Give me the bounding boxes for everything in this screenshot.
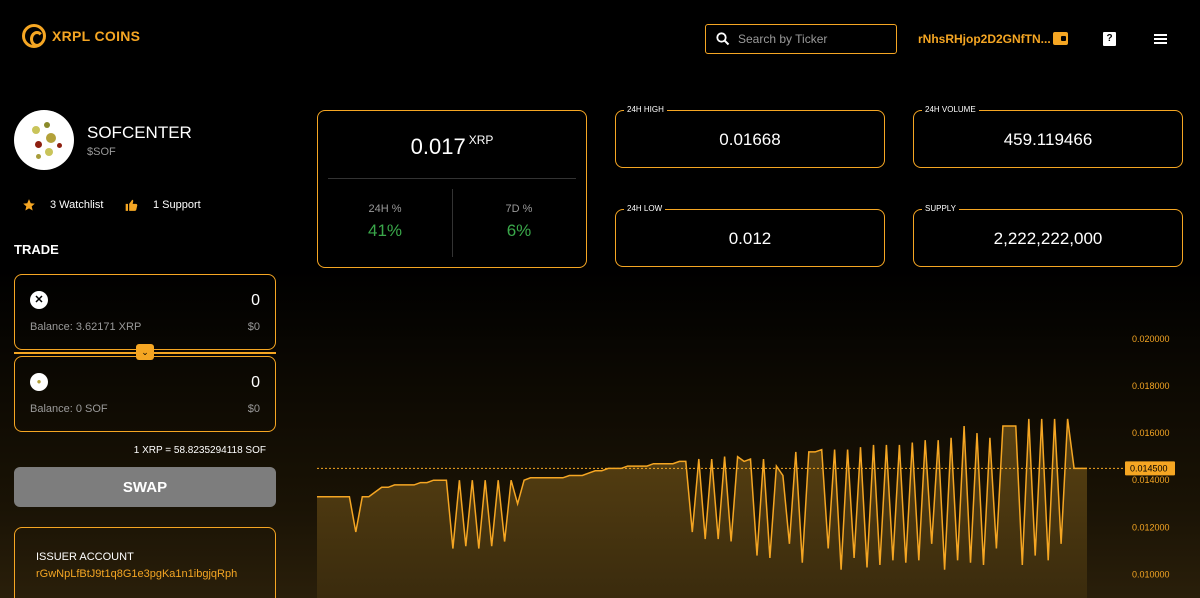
to-amount-input[interactable]: 0 (251, 374, 260, 392)
swap-button[interactable]: SWAP (14, 467, 276, 507)
trade-from-box[interactable]: ✕ 0 Balance: 3.62171 XRP $0 (14, 274, 276, 350)
y-tick-label: 0.020000 (1132, 334, 1170, 344)
exchange-rate: 1 XRP = 58.8235294118 SOF (133, 445, 266, 456)
high-card: 24H HIGH 0.01668 (615, 105, 885, 168)
to-balance: Balance: 0 SOF (30, 403, 108, 415)
price-line (317, 418, 1087, 570)
support-label: 1 Support (153, 199, 201, 211)
thumbs-up-icon (125, 199, 138, 211)
volume-card: 24H VOLUME 459.119466 (913, 105, 1183, 168)
star-icon (23, 199, 35, 211)
from-usd-value: $0 (247, 321, 260, 333)
brand-logo[interactable]: XRPL COINS (22, 24, 140, 48)
y-tick-label: 0.016000 (1132, 428, 1170, 438)
current-price-label: 0.014500 (1130, 463, 1168, 473)
low-value: 0.012 (728, 229, 772, 248)
divider (328, 178, 576, 179)
watchlist-button[interactable]: 3 Watchlist (22, 198, 103, 212)
current-price: 0.017 XRP (410, 133, 494, 159)
logo-icon (22, 24, 46, 48)
y-tick-label: 0.018000 (1132, 381, 1170, 391)
sof-icon: ● (30, 373, 48, 391)
token-symbol: $SOF (87, 146, 116, 158)
low-card: 24H LOW 0.012 (615, 204, 885, 267)
supply-value: 2,222,222,000 (993, 229, 1103, 248)
token-name: SOFCENTER (87, 123, 192, 142)
watchlist-label: 3 Watchlist (50, 199, 104, 211)
volume-value: 459.119466 (1003, 130, 1093, 149)
brand-name: XRPL COINS (52, 28, 141, 44)
price-unit: XRP (468, 133, 494, 147)
trade-to-box[interactable]: ● 0 Balance: 0 SOF $0 (14, 356, 276, 432)
y-tick-label: 0.010000 (1132, 569, 1170, 579)
supply-card: SUPPLY 2,222,222,000 (913, 204, 1183, 267)
trade-title: TRADE (14, 242, 59, 257)
search-input[interactable] (738, 32, 888, 46)
price-area (317, 418, 1087, 598)
issuer-card: ISSUER ACCOUNT rGwNpLfBtJ9t1q8G1e3pgKa1n… (14, 527, 276, 598)
high-value: 0.01668 (719, 130, 781, 149)
xrp-icon: ✕ (30, 291, 48, 309)
from-balance: Balance: 3.62171 XRP (30, 321, 142, 333)
change-24h: 24H % 41% (367, 203, 403, 240)
wallet-icon[interactable] (1053, 32, 1068, 45)
y-tick-label: 0.012000 (1132, 522, 1170, 532)
issuer-label: ISSUER ACCOUNT (36, 551, 134, 563)
support-button[interactable]: 1 Support (124, 198, 201, 212)
search-bar[interactable] (705, 24, 897, 54)
issuer-address[interactable]: rGwNpLfBtJ9t1q8G1e3pgKa1n1ibgjqRph (36, 568, 237, 580)
y-tick-label: 0.014000 (1132, 475, 1170, 485)
change-7d: 7D % 6% (505, 203, 533, 240)
to-usd-value: $0 (247, 403, 260, 415)
from-amount-input[interactable]: 0 (251, 292, 260, 310)
price-card: 0.017 XRP 24H % 41% 7D % 6% (317, 110, 587, 268)
token-avatar (14, 110, 74, 170)
current-price-badge (1125, 461, 1175, 476)
help-icon[interactable]: ? (1103, 32, 1116, 46)
search-icon (716, 32, 730, 46)
wallet-address[interactable]: rNhsRHjop2D2GNfTN... (918, 32, 1051, 46)
menu-icon[interactable] (1154, 34, 1167, 44)
